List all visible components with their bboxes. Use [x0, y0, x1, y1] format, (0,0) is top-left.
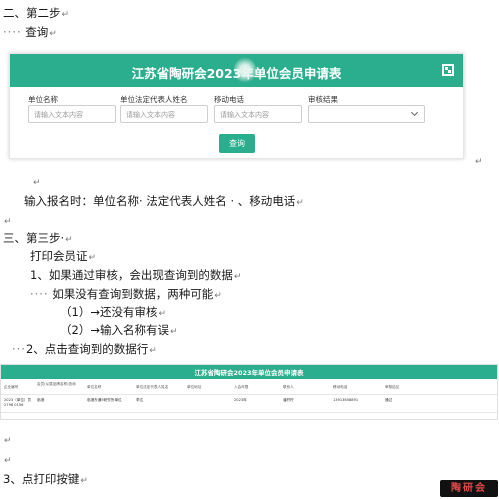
table-cell: 李达 — [136, 398, 144, 402]
table-cell: 2023年 — [234, 398, 247, 402]
column-header: 会员(从属品牌名称)查询 — [37, 382, 76, 386]
column-header: 移动电话 — [333, 385, 348, 389]
column-header: 单位法定代表人姓名 — [136, 385, 169, 389]
form-header: 江苏省陶研会2023年单位会员申请表 — [10, 54, 463, 87]
query-form-screenshot: 江苏省陶研会2023年单位会员申请表 单位名称 单位法定代表人姓名 移动电话 审… — [9, 53, 464, 159]
print-cert-line: 打印会员证↵ — [30, 249, 97, 263]
legal-rep-input[interactable]: 请输入文本内容 — [120, 105, 208, 123]
column-header: 审核结论 — [385, 385, 400, 389]
field-label-legal-rep: 单位法定代表人姓名 — [120, 95, 188, 104]
field-label-mobile: 移动电话 — [214, 95, 244, 104]
paragraph-mark: ↵ — [4, 217, 12, 227]
table-title: 江苏省陶研会2023年单位会员申请表 — [194, 369, 304, 377]
table-cell: 临港 — [37, 398, 45, 402]
chevron-down-icon — [410, 108, 419, 117]
table-cell: 潘柠柠 — [283, 398, 294, 402]
step2-query-line: ···· 查询↵ — [3, 25, 57, 39]
divider — [1, 394, 497, 395]
table-cell: 2023（单位）员2796 0156 — [4, 398, 32, 407]
query-button[interactable]: 查询 — [219, 134, 255, 153]
paragraph-mark: ↵ — [33, 178, 41, 188]
column-header: 单位地址 — [187, 385, 202, 389]
divider — [1, 412, 497, 413]
step3-heading: 三、第三步·↵ — [3, 231, 73, 245]
watermark-logo: 陶研会 — [440, 480, 498, 497]
item3-line: 3、点打印按键↵ — [3, 472, 88, 486]
table-cell: 通过 — [385, 398, 393, 402]
column-header: 企业编号 — [4, 385, 19, 389]
mobile-input[interactable]: 请输入文本内容 — [214, 105, 302, 123]
column-header: 入会年限 — [234, 385, 249, 389]
item1-line: 1、如果通过审核，会出现查询到的数据↵ — [30, 268, 242, 282]
paragraph-mark: ↵ — [4, 436, 12, 446]
item1-sub-line: ···· 如果没有查询到数据，两种可能↵ — [30, 287, 222, 301]
item1-b-line: （2）→输入名称有误↵ — [60, 323, 178, 337]
paragraph-mark: ↵ — [475, 157, 483, 167]
step2-heading: 二、第二步↵ — [3, 6, 70, 20]
result-table-screenshot: 江苏省陶研会2023年单位会员申请表 企业编号 会员(从属品牌名称)查询 单位名… — [0, 364, 498, 420]
blur-mark — [234, 57, 256, 83]
column-header: 单位名称 — [87, 385, 102, 389]
item1-a-line: （1）→还没有审核↵ — [60, 305, 166, 319]
qr-code-icon[interactable] — [442, 64, 454, 76]
table-header: 江苏省陶研会2023年单位会员申请表 — [1, 365, 497, 379]
column-header: 联系人 — [283, 385, 294, 389]
review-result-select[interactable] — [308, 105, 425, 123]
enter-note: 输入报名时：单位名称· 法定代表人姓名 · 、移动电话↵ — [24, 194, 304, 208]
table-cell: 13913658891 — [333, 398, 359, 402]
paragraph-mark: ↵ — [4, 456, 12, 466]
table-cell: 临港东通5研究所单位 — [87, 398, 122, 402]
unit-name-input[interactable]: 请输入文本内容 — [28, 105, 116, 123]
field-label-review-result: 审核结果 — [308, 95, 338, 104]
field-label-unit-name: 单位名称 — [28, 95, 58, 104]
item2-line: ···2、点击查询到的数据行↵ — [12, 342, 157, 356]
